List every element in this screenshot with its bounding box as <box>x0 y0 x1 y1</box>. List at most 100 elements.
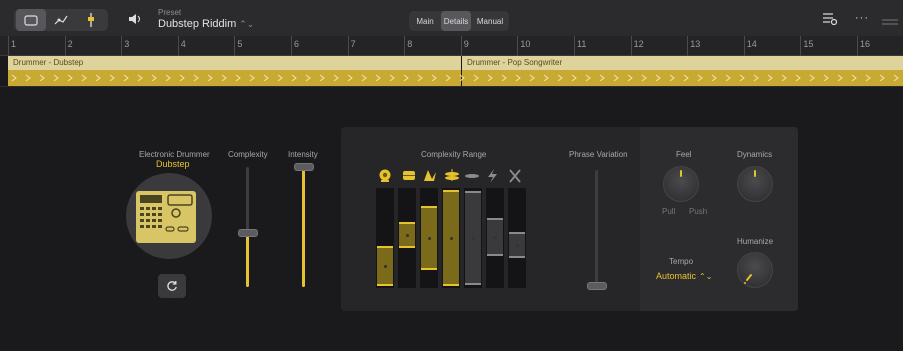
ruler-tick <box>630 36 632 56</box>
complexity-lane[interactable] <box>464 188 482 288</box>
knob-indicator <box>680 170 682 177</box>
cymbal-icon[interactable] <box>465 174 479 178</box>
ruler-bar-number: 16 <box>860 39 871 49</box>
updown-chevron-icon: ⌃⌄ <box>239 19 255 29</box>
lane-range-handle[interactable] <box>399 222 415 248</box>
intensity-slider-thumb[interactable] <box>294 163 314 171</box>
snare-icon[interactable] <box>403 171 415 180</box>
ruler-tick <box>404 36 406 56</box>
region-title: Drummer - Pop Songwriter <box>467 58 563 67</box>
ruler-tick <box>64 36 66 56</box>
mixer-button[interactable] <box>76 9 106 31</box>
complexity-label: Complexity <box>228 150 268 159</box>
editor-view-icon <box>24 14 38 26</box>
ruler-tick <box>291 36 292 56</box>
lane-center-dot <box>450 237 453 240</box>
ruler-bar-number: 11 <box>577 39 587 49</box>
complexity-lane[interactable] <box>508 188 526 288</box>
intensity-slider-fill <box>302 167 305 287</box>
settings-button[interactable] <box>822 11 838 30</box>
ruler-bar-number: 1 <box>11 39 17 49</box>
knob-indicator <box>744 274 752 284</box>
lane-range-handle[interactable] <box>509 232 525 258</box>
speaker-icon <box>129 14 141 24</box>
ruler-tick <box>460 36 462 56</box>
hihat-icon[interactable] <box>445 169 459 181</box>
ruler-tick <box>800 36 802 56</box>
ruler-tick <box>517 36 519 56</box>
kick-icon[interactable] <box>379 169 391 183</box>
feel-knob[interactable] <box>663 166 699 202</box>
tab-manual[interactable]: Manual <box>471 11 509 31</box>
phrase-variation-track[interactable] <box>595 170 598 290</box>
ruler-tick <box>121 36 123 56</box>
humanize-knob[interactable] <box>737 252 773 288</box>
ruler-bar-number: 5 <box>237 39 243 49</box>
humanize-label: Humanize <box>737 237 774 246</box>
preset-value: Dubstep Riddim <box>158 18 237 30</box>
phrase-variation-label: Phrase Variation <box>569 150 628 159</box>
drummer-name: Dubstep <box>156 159 190 169</box>
editor-view-button[interactable] <box>16 9 46 31</box>
tempo-selector[interactable]: Automatic ⌃⌄ <box>656 266 712 284</box>
reset-button[interactable] <box>158 274 186 298</box>
lane-center-dot <box>384 265 387 268</box>
drag-handle-icon[interactable] <box>882 13 898 31</box>
lane-range-handle[interactable] <box>487 218 503 256</box>
complexity-lane[interactable] <box>486 188 504 288</box>
ruler-tick <box>574 36 575 56</box>
complexity-lane[interactable] <box>398 188 416 288</box>
ruler-bar-number: 12 <box>633 39 644 49</box>
lane-range-handle[interactable] <box>421 206 437 270</box>
tab-main[interactable]: Main <box>409 11 441 31</box>
feel-label: Feel <box>676 150 692 159</box>
view-mode-tabs: Main Details Manual <box>409 11 509 31</box>
complexity-lane[interactable] <box>442 188 460 288</box>
ruler-bar-number: 8 <box>407 39 413 49</box>
preset-caption: Preset <box>158 8 182 17</box>
refresh-icon <box>167 281 177 291</box>
ruler-bar-number: 10 <box>520 39 531 49</box>
dynamics-label: Dynamics <box>737 150 773 159</box>
region-pop-header[interactable]: Drummer - Pop Songwriter <box>462 56 903 70</box>
control-bar: Preset Dubstep Riddim ⌃⌄ Main Details Man… <box>0 0 903 36</box>
knob-indicator <box>754 170 756 177</box>
intensity-label: Intensity <box>288 150 318 159</box>
ruler-bar-number: 4 <box>180 39 186 49</box>
lane-range-handle[interactable] <box>377 246 393 286</box>
lane-center-dot <box>428 237 431 240</box>
drummer-caption: Electronic Drummer <box>139 150 210 159</box>
ruler-bar-number: 3 <box>124 39 130 49</box>
clap-icon[interactable] <box>424 170 436 181</box>
lightning-icon[interactable] <box>488 169 497 183</box>
ruler-bar-number: 2 <box>67 39 73 49</box>
dynamics-knob[interactable] <box>737 166 773 202</box>
lane-center-dot <box>406 234 409 237</box>
complexity-range-label: Complexity Range <box>421 150 487 159</box>
lane-center-dot <box>494 236 497 239</box>
complexity-slider-thumb[interactable] <box>238 228 258 237</box>
phrase-variation-thumb[interactable] <box>587 282 607 290</box>
drummer-avatar[interactable] <box>126 173 212 259</box>
ruler-tick <box>8 36 9 56</box>
complexity-lane[interactable] <box>420 188 438 288</box>
ruler-tick <box>234 36 236 56</box>
sticks-icon[interactable] <box>509 169 521 183</box>
settings-sliders-icon <box>823 13 838 26</box>
automation-icon <box>54 15 68 25</box>
lane-center-dot <box>472 237 475 240</box>
ruler-tick <box>347 36 349 56</box>
bar-ruler[interactable]: 1 2 3 4 5 6 7 8 9 10 11 12 13 14 15 16 <box>0 36 903 56</box>
region-dubstep-header[interactable]: Drummer - Dubstep <box>8 56 461 70</box>
feel-push-label: Push <box>689 207 708 216</box>
automation-button[interactable] <box>46 9 76 31</box>
lane-range-handle[interactable] <box>443 190 459 286</box>
drum-machine-icon <box>136 191 196 243</box>
feel-pull-label: Pull <box>662 207 676 216</box>
complexity-lane[interactable] <box>376 188 394 288</box>
lane-range-handle[interactable] <box>465 191 481 285</box>
more-icon[interactable]: ··· <box>855 12 869 24</box>
tab-details[interactable]: Details <box>441 11 471 31</box>
preset-selector[interactable]: Dubstep Riddim ⌃⌄ <box>158 18 254 30</box>
speaker-button[interactable] <box>128 12 142 30</box>
